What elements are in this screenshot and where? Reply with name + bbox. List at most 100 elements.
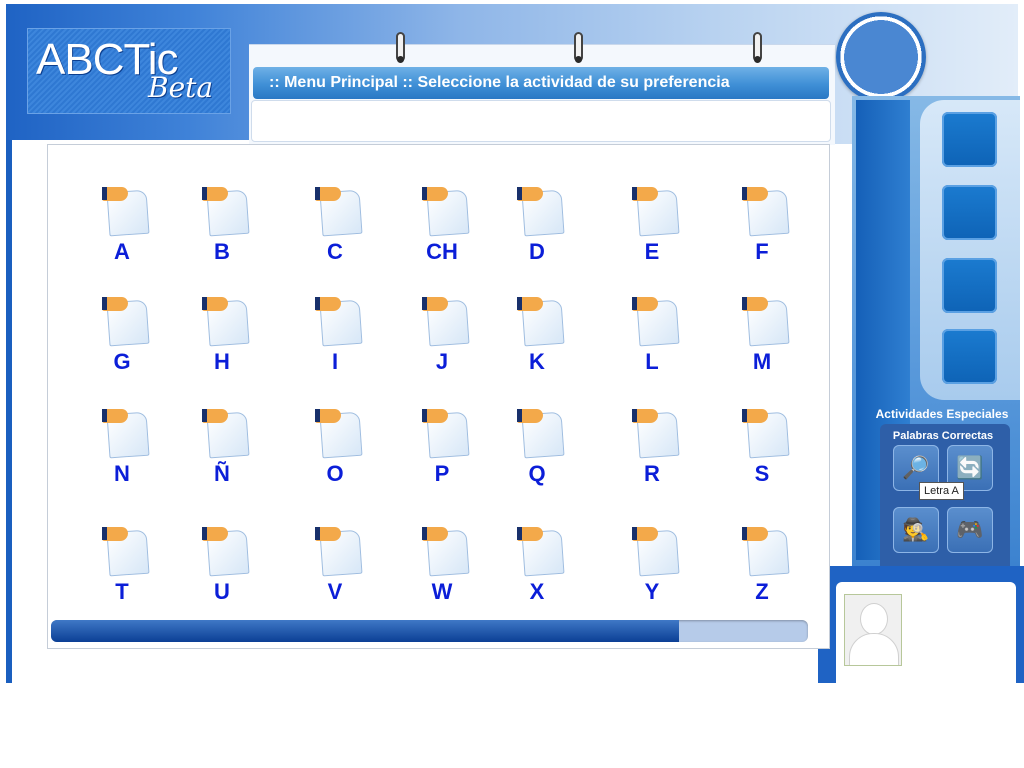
letter-tile[interactable]: U [177,505,267,604]
letter-tile[interactable]: J [397,275,487,374]
letter-label: CH [426,239,458,264]
letter-label: B [214,239,230,264]
circle-button[interactable] [836,12,926,102]
sub-header-bar [251,100,831,142]
letter-label: K [529,349,545,374]
progress-fill [51,620,680,642]
letter-label: U [214,579,230,604]
letter-label: O [326,461,344,486]
letter-label: Y [644,579,660,604]
avatar-head-icon [860,603,888,635]
magnifier-pencil-icon: 🔎 [902,455,930,480]
letter-label: F [755,239,769,264]
letter-tile[interactable]: E [607,165,697,264]
notebook-ring-icon [753,32,762,66]
letter-tile[interactable]: N [77,387,167,486]
letter-tile[interactable]: B [177,165,267,264]
letter-label: G [113,349,131,374]
document-hand-icon [315,297,365,347]
letter-tile[interactable]: Y [607,505,697,604]
document-hand-icon [202,527,252,577]
letter-label: T [115,579,129,604]
letter-tile[interactable]: D [492,165,582,264]
letter-label: S [754,461,770,486]
letter-tile[interactable]: X [492,505,582,604]
document-hand-icon [422,409,472,459]
document-hand-icon [742,187,792,237]
document-hand-icon [742,297,792,347]
correct-words-label: Palabras Correctas [892,430,994,442]
letter-tile[interactable]: I [290,275,380,374]
letter-tile[interactable]: Q [492,387,582,486]
side-slot-2[interactable] [942,185,997,240]
document-hand-icon [202,409,252,459]
letter-label: D [529,239,545,264]
app-logo: ABCTic Beta [27,28,231,114]
document-hand-icon [102,187,152,237]
letter-tile[interactable]: W [397,505,487,604]
letter-label: X [529,579,545,604]
gamepad-button[interactable]: 🎮 [947,507,993,553]
letter-tile[interactable]: K [492,275,582,374]
document-hand-icon [422,297,472,347]
document-hand-icon [315,527,365,577]
document-hand-icon [632,187,682,237]
special-activities-title: Actividades Especiales [875,407,1009,421]
document-hand-icon [742,527,792,577]
side-slot-1[interactable] [942,112,997,167]
letter-tile[interactable]: CH [397,165,487,264]
document-hand-icon [632,297,682,347]
letter-tile[interactable]: Z [717,505,807,604]
logo-subtitle: Beta [148,71,214,104]
document-hand-icon [517,187,567,237]
document-hand-icon [517,409,567,459]
letter-tile[interactable]: S [717,387,807,486]
document-hand-icon [742,409,792,459]
letter-tile[interactable]: M [717,275,807,374]
letter-tile[interactable]: P [397,387,487,486]
letter-tile[interactable]: Ñ [177,387,267,486]
document-hand-icon [202,297,252,347]
letter-tile[interactable]: C [290,165,380,264]
letter-grid: A B C CH D E F G H I J K L M N Ñ O P Q R S T U V W X Y Z [47,144,830,649]
letter-label: L [645,349,659,374]
document-hand-icon [632,527,682,577]
letter-label: I [331,349,339,374]
letter-label: E [644,239,660,264]
letter-label: R [644,461,660,486]
side-slot-4[interactable] [942,329,997,384]
document-hand-icon [102,409,152,459]
letter-label: A [114,239,130,264]
security-agent-icon: 🕵 [902,517,930,542]
letter-tile[interactable]: T [77,505,167,604]
avatar[interactable] [844,594,902,666]
letter-label: N [114,461,130,486]
menu-title-bar: :: Menu Principal :: Seleccione la activ… [253,67,829,99]
document-hand-icon [102,297,152,347]
gamepad-icon: 🎮 [956,517,984,542]
letter-tile[interactable]: L [607,275,697,374]
letter-label: M [752,349,772,374]
document-hand-icon [632,409,682,459]
letter-tile[interactable]: A [77,165,167,264]
letter-label: V [327,579,343,604]
security-agent-button[interactable]: 🕵 [893,507,939,553]
document-hand-icon [202,187,252,237]
letter-label: J [435,349,449,374]
document-hand-icon [422,527,472,577]
letter-label: C [327,239,343,264]
letter-label: Ñ [214,461,230,486]
letter-tile[interactable]: V [290,505,380,604]
letter-tile[interactable]: G [77,275,167,374]
document-hand-icon [422,187,472,237]
document-hand-icon [102,527,152,577]
document-hand-icon [517,527,567,577]
refresh-arrows-icon: 🔄 [956,455,984,480]
letter-tile[interactable]: R [607,387,697,486]
letter-tile[interactable]: H [177,275,267,374]
letter-label: W [431,579,453,604]
letter-tile[interactable]: F [717,165,807,264]
side-slot-3[interactable] [942,258,997,313]
letter-tile[interactable]: O [290,387,380,486]
document-hand-icon [315,187,365,237]
